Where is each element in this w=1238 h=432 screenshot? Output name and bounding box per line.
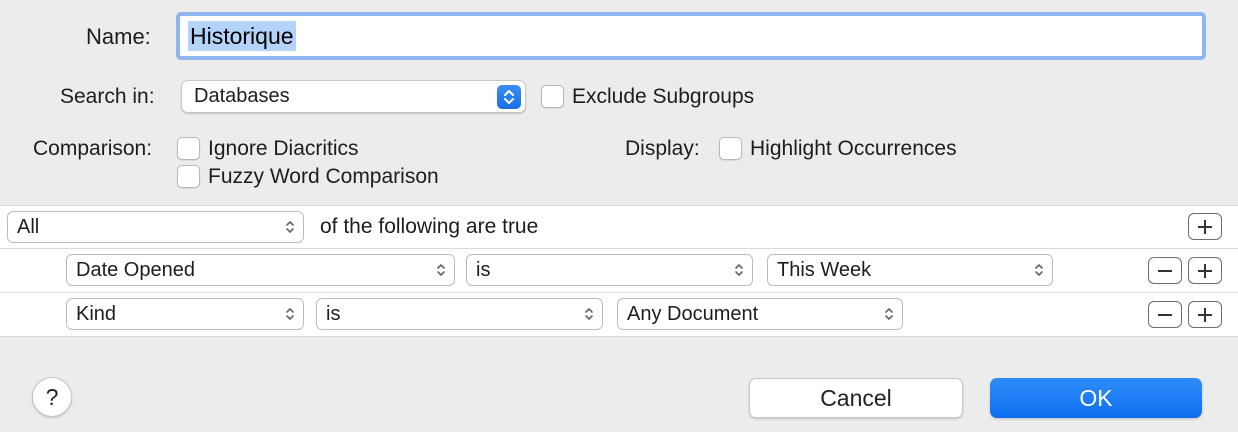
criterion-operator-select[interactable]: is [466,254,753,286]
name-input[interactable]: Historique [176,12,1206,60]
criterion-value-select[interactable]: This Week [767,254,1053,286]
add-criterion-button[interactable] [1188,213,1222,240]
search-in-label: Search in: [60,85,155,108]
comparison-label: Comparison: [33,137,153,160]
criterion-operator-value: is [476,258,491,281]
plus-icon [1198,307,1212,322]
minus-icon [1158,313,1172,316]
criterion-operator-value: is [326,302,341,325]
remove-criterion-button[interactable] [1148,257,1182,284]
criterion-operator-select[interactable]: is [316,298,603,330]
criterion-field-select[interactable]: Kind [66,298,304,330]
chevron-updown-icon [885,308,893,320]
display-label: Display: [625,137,700,160]
row-divider [0,336,1238,337]
name-input-value: Historique [188,21,296,51]
fuzzy-word-label: Fuzzy Word Comparison [208,165,439,188]
row-divider [0,248,1238,249]
chevron-updown-icon [1035,264,1043,276]
match-select-value: All [17,215,40,238]
chevron-updown-icon [504,90,514,104]
ignore-diacritics-checkbox[interactable] [177,137,200,160]
search-in-value: Databases [194,85,290,107]
exclude-subgroups-checkbox[interactable] [541,85,564,108]
ignore-diacritics-label: Ignore Diacritics [208,137,359,160]
plus-icon [1198,219,1212,234]
add-criterion-button[interactable] [1188,301,1222,328]
criterion-field-value: Date Opened [76,258,195,281]
add-criterion-button[interactable] [1188,257,1222,284]
chevron-updown-icon [286,308,294,320]
help-button[interactable]: ? [32,377,72,417]
criterion-value-select[interactable]: Any Document [617,298,903,330]
criterion-field-value: Kind [76,302,117,325]
ok-button[interactable]: OK [990,378,1202,418]
search-in-popup[interactable]: Databases [181,80,526,113]
chevron-updown-icon [437,264,445,276]
fuzzy-word-checkbox[interactable] [177,165,200,188]
criterion-value-value: This Week [777,258,872,281]
plus-icon [1198,263,1212,278]
highlight-occurrences-label: Highlight Occurrences [750,137,957,160]
chevron-updown-icon [585,308,593,320]
popup-stepper-icon [497,85,521,109]
chevron-updown-icon [735,264,743,276]
name-label: Name: [86,24,151,49]
cancel-button[interactable]: Cancel [749,378,963,418]
chevron-updown-icon [286,221,294,233]
highlight-occurrences-checkbox[interactable] [719,137,742,160]
remove-criterion-button[interactable] [1148,301,1182,328]
exclude-subgroups-label: Exclude Subgroups [572,85,755,108]
row-divider [0,292,1238,293]
minus-icon [1158,269,1172,272]
match-suffix-text: of the following are true [320,215,539,238]
match-select[interactable]: All [7,211,304,243]
criterion-value-value: Any Document [627,302,759,325]
criterion-field-select[interactable]: Date Opened [66,254,455,286]
